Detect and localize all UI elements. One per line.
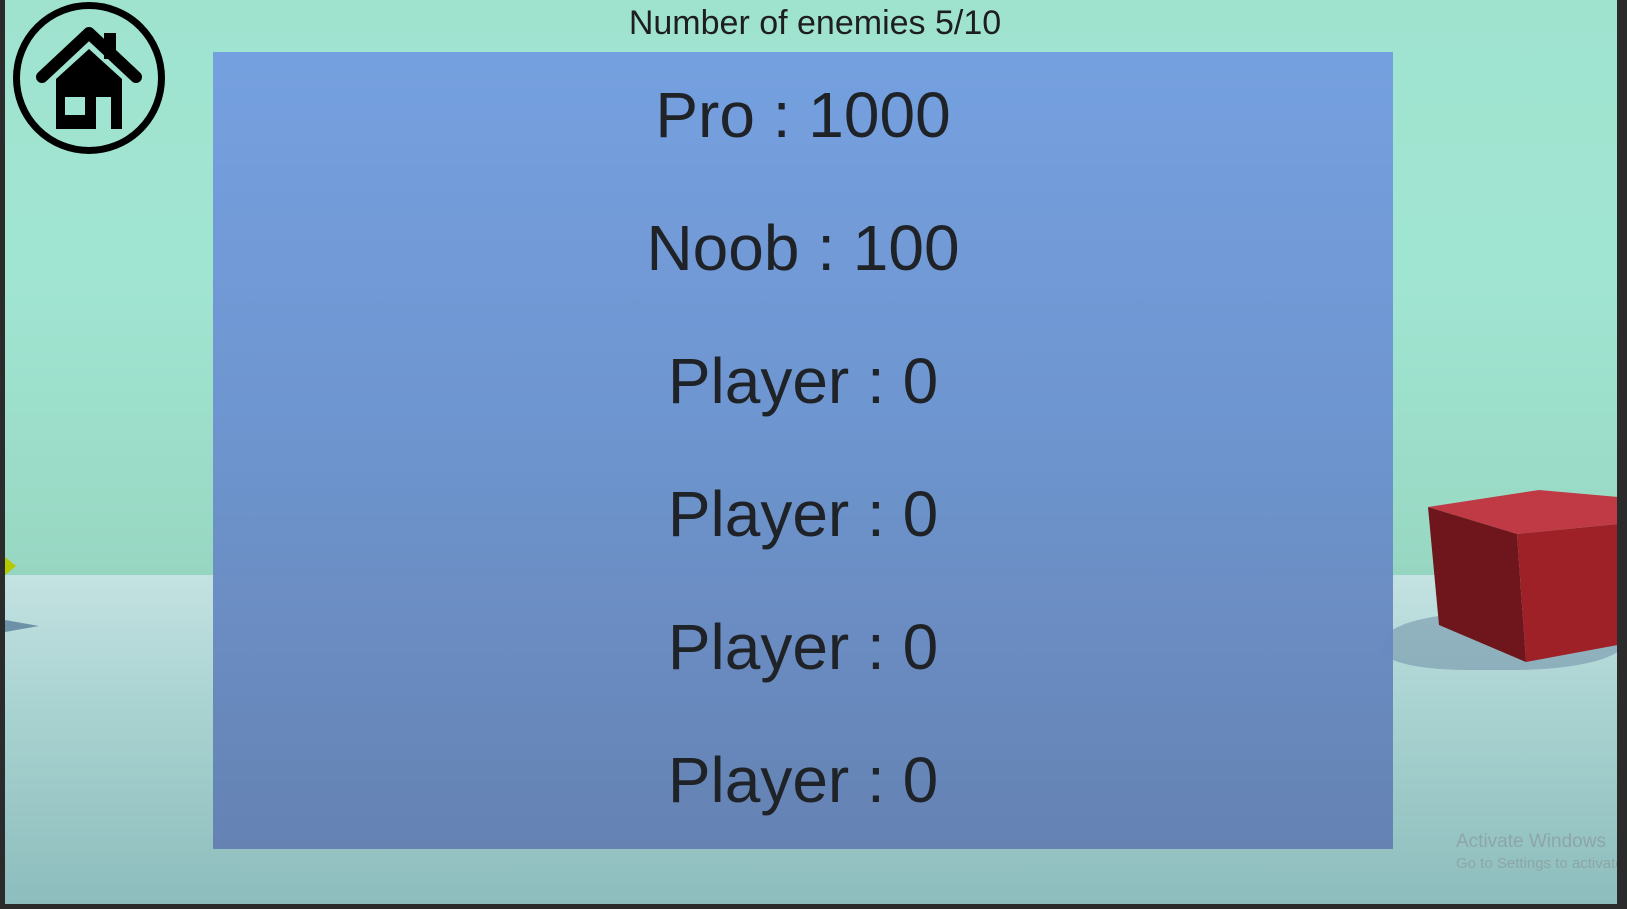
leaderboard-row: Noob : 100 <box>646 212 960 284</box>
enemy-counter: Number of enemies 5/10 <box>628 4 1002 42</box>
leaderboard-panel: Pro : 1000 Noob : 100 Player : 0 Player … <box>213 52 1393 849</box>
marker-arrow-icon <box>5 557 16 575</box>
object-shadow-left <box>5 620 39 632</box>
activate-windows-watermark: Activate Windows Go to Settings to activ… <box>1456 831 1617 872</box>
leaderboard-row: Pro : 1000 <box>655 79 951 151</box>
watermark-subtitle: Go to Settings to activate W <box>1456 855 1617 872</box>
leaderboard-row: Player : 0 <box>667 345 939 417</box>
home-icon <box>36 27 142 129</box>
watermark-title: Activate Windows <box>1456 831 1606 852</box>
leaderboard-row: Player : 0 <box>667 744 939 816</box>
home-button[interactable] <box>13 2 165 154</box>
game-viewport[interactable]: Pro : 1000 Noob : 100 Player : 0 Player … <box>5 0 1617 904</box>
red-cube <box>1428 490 1617 662</box>
leaderboard-row: Player : 0 <box>667 478 939 550</box>
leaderboard-row: Player : 0 <box>667 611 939 683</box>
